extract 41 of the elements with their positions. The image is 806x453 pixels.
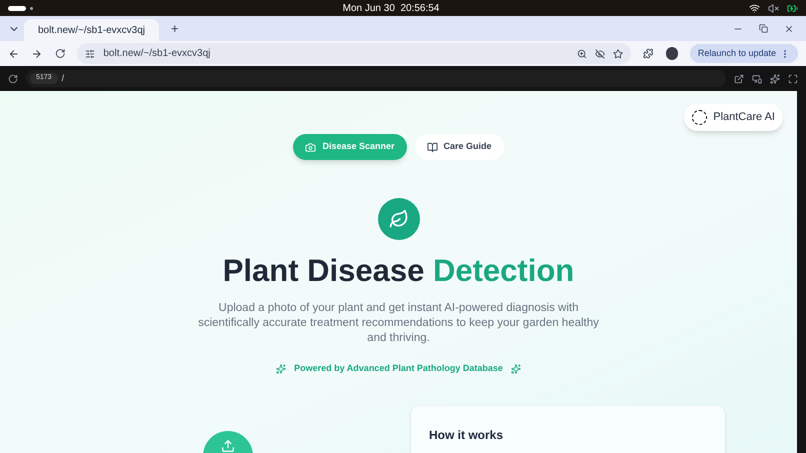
book-icon (426, 142, 438, 152)
page-title: Plant Disease Detection (222, 252, 574, 290)
volume-icon[interactable] (768, 2, 779, 14)
card-title: How it works (429, 428, 504, 442)
description: Upload a photo of your plant and get instant AI-powered diagnosis with scientifically accurate treatment recommendations to keep your garden healthy and thriving. (197, 300, 600, 346)
powered-by-text: Powered by Advanced Plant Pathology Database (294, 362, 503, 375)
leaf-badge-icon (378, 198, 420, 240)
restore-icon[interactable] (759, 24, 768, 33)
close-window-icon[interactable] (784, 24, 794, 34)
refresh-preview-icon[interactable] (8, 74, 18, 84)
bookmark-icon[interactable] (613, 48, 624, 58)
profile-avatar[interactable] (666, 47, 678, 60)
back-icon[interactable] (8, 48, 20, 60)
eye-slash-icon[interactable] (595, 48, 606, 58)
tab-title: bolt.new/~/sb1-evxcv3qj (38, 24, 146, 38)
zoom-icon[interactable] (577, 48, 588, 58)
battery-icon[interactable] (787, 2, 798, 14)
logo-icon (692, 110, 708, 125)
address-bar[interactable]: bolt.new/~/sb1-evxcv3qj (77, 43, 632, 64)
relaunch-button[interactable]: Relaunch to update (690, 44, 798, 63)
clock[interactable]: Mon Jun 30 20:56:54 (342, 0, 440, 16)
brand-name: PlantCare AI (713, 110, 775, 126)
browser-tab[interactable]: bolt.new/~/sb1-evxcv3qj (24, 19, 159, 41)
reload-icon[interactable] (54, 48, 66, 59)
sparkle-icon (276, 364, 286, 374)
nav-tab[interactable]: Care Guide (414, 134, 504, 160)
sparkle-icon[interactable] (770, 74, 780, 84)
brand-badge[interactable]: PlantCare AI (684, 104, 783, 131)
wifi-icon[interactable] (749, 2, 760, 14)
fullscreen-icon[interactable] (788, 74, 798, 84)
site-info-icon[interactable] (85, 48, 96, 58)
camera-icon (305, 142, 316, 152)
preview-path: / (62, 72, 64, 85)
activities-icon[interactable] (8, 6, 26, 10)
new-tab-button[interactable]: + (159, 16, 191, 41)
extensions-icon[interactable] (643, 48, 654, 59)
open-external-icon[interactable] (734, 74, 744, 84)
forward-icon[interactable] (31, 48, 43, 60)
address-text: bolt.new/~/sb1-evxcv3qj (103, 47, 212, 61)
sparkle-icon (510, 364, 521, 374)
devices-icon[interactable] (752, 74, 762, 84)
